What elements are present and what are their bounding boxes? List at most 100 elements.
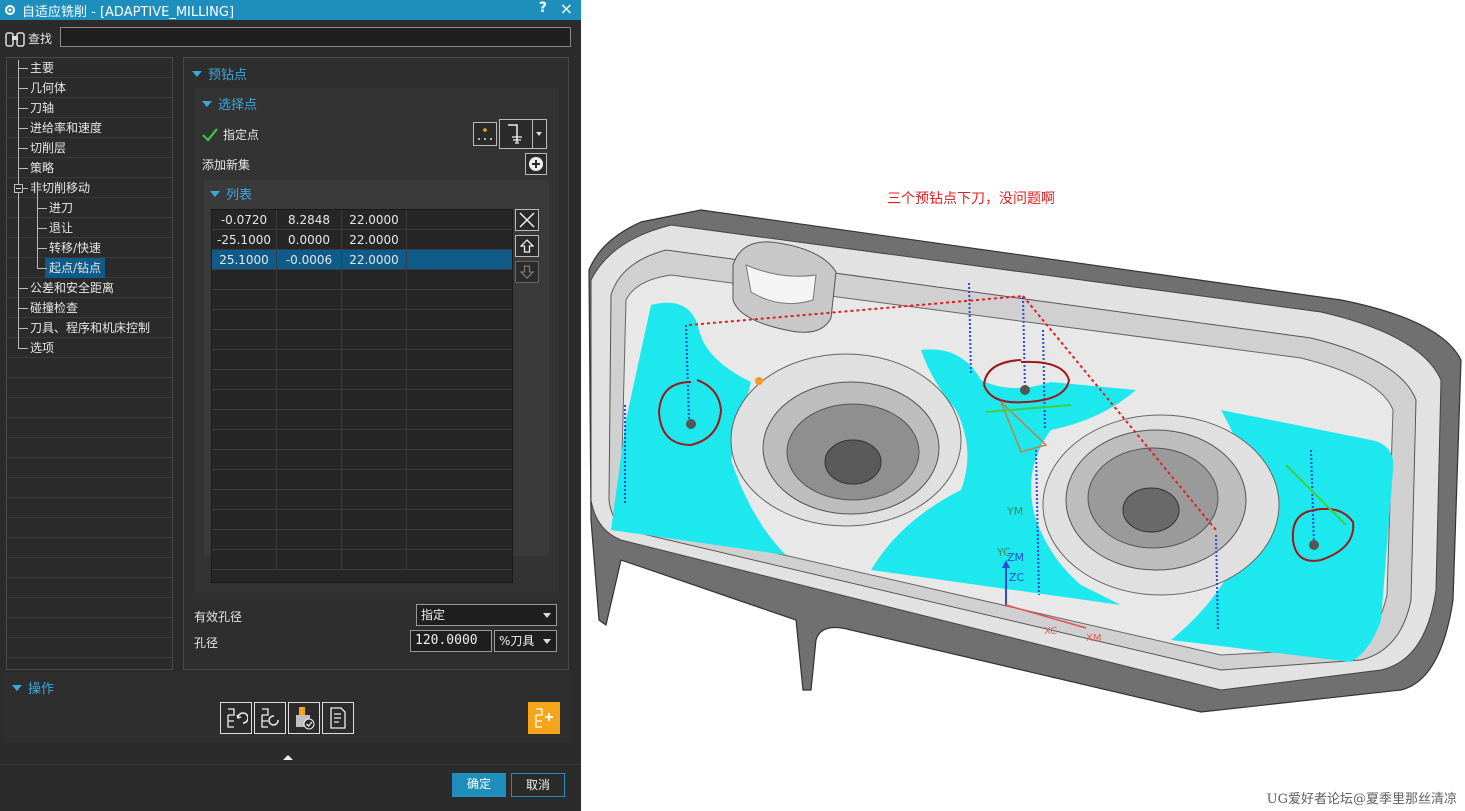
tree-item[interactable]: 切削层	[7, 138, 172, 158]
table-cell	[212, 330, 277, 349]
tree-empty-row	[7, 538, 172, 558]
dialog-title: 自适应铣削 - [ADAPTIVE_MILLING]	[22, 4, 235, 20]
annotation-text: 三个预钻点下刀，没问题啊	[887, 191, 1055, 207]
add-new-set-label: 添加新集	[202, 158, 251, 172]
tree-item[interactable]: 刀轴	[7, 98, 172, 118]
tree-item[interactable]: 主要	[7, 58, 172, 78]
table-empty-row	[212, 450, 512, 470]
table-row[interactable]: -0.0720 8.2848 22.0000	[212, 210, 512, 230]
chevron-down-icon	[543, 613, 551, 618]
hole-diameter-input[interactable]: 120.0000	[410, 630, 492, 652]
tree-item[interactable]: 非切削移动	[7, 178, 172, 198]
tree-expander-icon[interactable]	[14, 184, 23, 193]
tree-item[interactable]: 几何体	[7, 78, 172, 98]
add-new-set-button[interactable]	[525, 153, 547, 175]
generate-button[interactable]	[220, 702, 252, 734]
boss-left-hole	[824, 439, 882, 485]
table-cell	[277, 450, 342, 469]
close-icon	[519, 212, 535, 228]
drill-point	[686, 419, 696, 429]
tree-connector	[37, 208, 47, 209]
part-3d-view[interactable]: YM YC ZM ZC XC XM	[581, 0, 1465, 811]
effective-diameter-dropdown[interactable]: 指定	[416, 604, 557, 626]
chevron-down-icon	[543, 639, 551, 644]
table-cell	[277, 510, 342, 529]
title-bar[interactable]: 自适应铣削 - [ADAPTIVE_MILLING] ? ×	[0, 0, 581, 20]
move-up-button[interactable]	[515, 235, 539, 257]
tree-item[interactable]: 进刀	[7, 198, 172, 218]
table-cell: -0.0006	[277, 250, 342, 269]
group-select-points-label: 选择点	[218, 98, 258, 113]
group-predrill-header[interactable]: 预钻点	[192, 64, 247, 83]
table-cell	[277, 410, 342, 429]
table-cell	[407, 550, 512, 569]
find-input[interactable]	[60, 27, 571, 47]
table-cell	[212, 450, 277, 469]
tree-item[interactable]: 退让	[7, 218, 172, 238]
navigation-tree: 主要 几何体刀轴进给率和速度 切削层 策略 非切削移动 进刀 退让 转移/快速 起点/钻点 公差和…	[6, 57, 173, 670]
tree-item[interactable]: 起点/钻点	[7, 258, 172, 278]
operations-group: 操作	[4, 672, 571, 743]
help-button[interactable]: ?	[539, 0, 547, 16]
point-dots-icon	[478, 128, 492, 140]
table-cell	[212, 490, 277, 509]
collapse-triangle-icon	[202, 100, 212, 107]
tree-item[interactable]: 刀具、程序和机床控制	[7, 318, 172, 338]
remove-point-button[interactable]	[515, 209, 539, 231]
table-cell	[407, 350, 512, 369]
boss-right-hole	[1122, 487, 1180, 533]
replay-button[interactable]	[254, 702, 286, 734]
verify-button[interactable]	[288, 702, 320, 734]
tree-empty-row	[7, 398, 172, 418]
table-cell	[277, 350, 342, 369]
tree-item[interactable]: 碰撞检查	[7, 298, 172, 318]
tree-connector	[18, 308, 28, 309]
axis-label: ZC	[1009, 571, 1025, 584]
tree-item[interactable]: 策略	[7, 158, 172, 178]
tree-empty-row	[7, 418, 172, 438]
watermark-text: UG爱好者论坛@夏季里那丝清凉	[1266, 792, 1457, 807]
table-empty-row	[212, 310, 512, 330]
group-select-points-header[interactable]: 选择点	[202, 94, 257, 113]
binoculars-icon	[5, 32, 25, 47]
point-dialog-button[interactable]	[473, 122, 497, 146]
close-button[interactable]: ×	[560, 0, 573, 18]
tree-item[interactable]: 转移/快速	[7, 238, 172, 258]
axis-label: YM	[1006, 505, 1023, 518]
tree-item[interactable]: 选项	[7, 338, 172, 358]
tree-item[interactable]: 公差和安全距离	[7, 278, 172, 298]
plus-circle-icon	[529, 157, 543, 171]
group-list-header[interactable]: 列表	[210, 184, 252, 203]
hole-diameter-unit-dropdown[interactable]: %刀具	[494, 630, 557, 652]
tree-connector	[18, 108, 28, 109]
tree-empty-row	[7, 618, 172, 638]
tree-connector	[18, 88, 28, 89]
ok-button[interactable]: 确定	[452, 773, 506, 797]
dialog-window: 自适应铣削 - [ADAPTIVE_MILLING] ? × 查找 主要 几何体刀…	[0, 0, 581, 811]
specify-points-row: 指定点	[202, 126, 259, 143]
effective-diameter-value: 指定	[421, 608, 446, 622]
table-row[interactable]: -25.1000 0.0000 22.0000	[212, 230, 512, 250]
tree-item-label: 刀轴	[30, 101, 55, 115]
batch-generate-button[interactable]	[528, 702, 560, 734]
table-cell	[277, 550, 342, 569]
move-down-button[interactable]	[515, 261, 539, 283]
tree-subtrunk	[37, 188, 38, 268]
chevron-up-icon[interactable]	[282, 753, 294, 761]
table-cell	[212, 290, 277, 309]
drill-point	[1020, 385, 1030, 395]
point-type-dropdown[interactable]	[499, 119, 547, 149]
list-toolpath-button[interactable]	[322, 702, 354, 734]
tree-item[interactable]: 进给率和速度	[7, 118, 172, 138]
table-row[interactable]: 25.1000 -0.0006 22.0000	[212, 250, 512, 270]
tree-empty-row	[7, 458, 172, 478]
tree-connector	[18, 168, 28, 169]
group-operations-header[interactable]: 操作	[12, 678, 54, 697]
generate-toolpath-icon	[227, 708, 248, 728]
table-cell	[407, 510, 512, 529]
tree-connector	[18, 288, 28, 289]
tree-empty-row	[7, 638, 172, 658]
graphics-viewport[interactable]: YM YC ZM ZC XC XM 三个预钻点下刀，没问题啊 UG爱好者论坛@夏…	[581, 0, 1465, 811]
cancel-button[interactable]: 取消	[511, 773, 565, 797]
table-cell	[277, 310, 342, 329]
